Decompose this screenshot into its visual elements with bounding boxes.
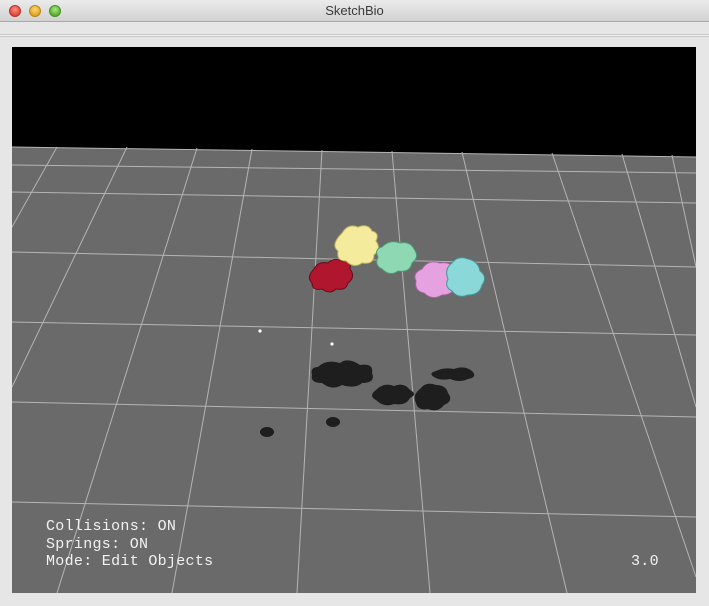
springs-status: Springs: ON <box>46 536 149 553</box>
window-title: SketchBio <box>325 3 384 18</box>
collisions-status: Collisions: ON <box>46 518 177 535</box>
version-label: 3.0 <box>631 553 659 570</box>
control-point <box>330 342 334 346</box>
control-point <box>258 329 262 333</box>
3d-viewport[interactable]: Collisions: ON Springs: ON Mode: Edit Ob… <box>12 47 696 593</box>
mode-status: Mode: Edit Objects <box>46 553 214 570</box>
scene-canvas <box>12 146 696 593</box>
title-bar: SketchBio <box>0 0 709 22</box>
toolbar-separator <box>0 34 709 37</box>
shadow-blob <box>326 417 340 427</box>
shadow-blob <box>260 427 274 437</box>
